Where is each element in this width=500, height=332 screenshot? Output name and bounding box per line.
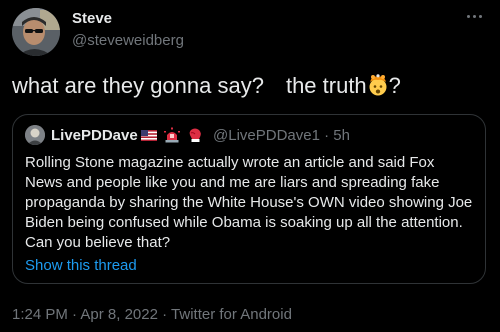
timestamp-separator: · (72, 306, 78, 323)
tweet-source: Twitter for Android (171, 306, 292, 323)
author-avatar[interactable] (12, 8, 60, 56)
quote-avatar-photo (25, 125, 45, 145)
tweet-time-link[interactable]: 1:24 PM · Apr 8, 2022 (12, 306, 158, 323)
exploding-head-emoji-icon (369, 74, 387, 96)
tweet-text-part1: what are they gonna say? (12, 73, 264, 98)
quote-body-line: Biden being confused while Obama is soak… (25, 214, 463, 231)
author-handle[interactable]: @steveweidberg (72, 32, 184, 49)
tweet-text: what are they gonna say? the truth ? (12, 72, 401, 100)
tweet-text-part3: ? (388, 73, 401, 98)
quote-author-name: LivePDDave (51, 127, 138, 144)
quoted-tweet[interactable]: LivePDDave @LivePDDave1 · 5h Rolling Sto… (12, 114, 486, 284)
quote-body-line: News and people like you and me are liar… (25, 174, 440, 191)
quote-author-badges (140, 126, 209, 144)
quote-meta: @LivePDDave1 · 5h (213, 127, 350, 144)
quote-body-line: Rolling Stone magazine actually wrote an… (25, 154, 435, 171)
quote-body: Rolling Stone magazine actually wrote an… (25, 153, 477, 253)
show-thread-link[interactable]: Show this thread (25, 257, 137, 274)
quote-body-line: Can you believe that? (25, 234, 171, 251)
tweet-time: 1:24 PM (12, 306, 68, 323)
avatar-photo (12, 8, 60, 56)
quote-body-line: propaganda by sharing the White House's … (25, 194, 473, 211)
tweet-text-part2: the truth (285, 73, 367, 98)
more-options-icon[interactable] (462, 6, 486, 26)
police-light-icon (164, 127, 180, 143)
quote-author-handle: @LivePDDave1 (213, 127, 320, 144)
timestamp-separator: · (162, 306, 168, 323)
author-name[interactable]: Steve (72, 10, 112, 27)
quote-time[interactable]: 5h (333, 127, 350, 144)
boxing-glove-icon (189, 128, 201, 142)
us-flag-icon (141, 130, 157, 141)
quote-separator: · (324, 127, 330, 144)
tweet: Steve @steveweidberg what are they gonna… (0, 0, 500, 332)
tweet-date: Apr 8, 2022 (80, 306, 158, 323)
quote-author-avatar (25, 125, 45, 145)
tweet-timestamp: 1:24 PM · Apr 8, 2022 · Twitter for Andr… (12, 306, 292, 323)
